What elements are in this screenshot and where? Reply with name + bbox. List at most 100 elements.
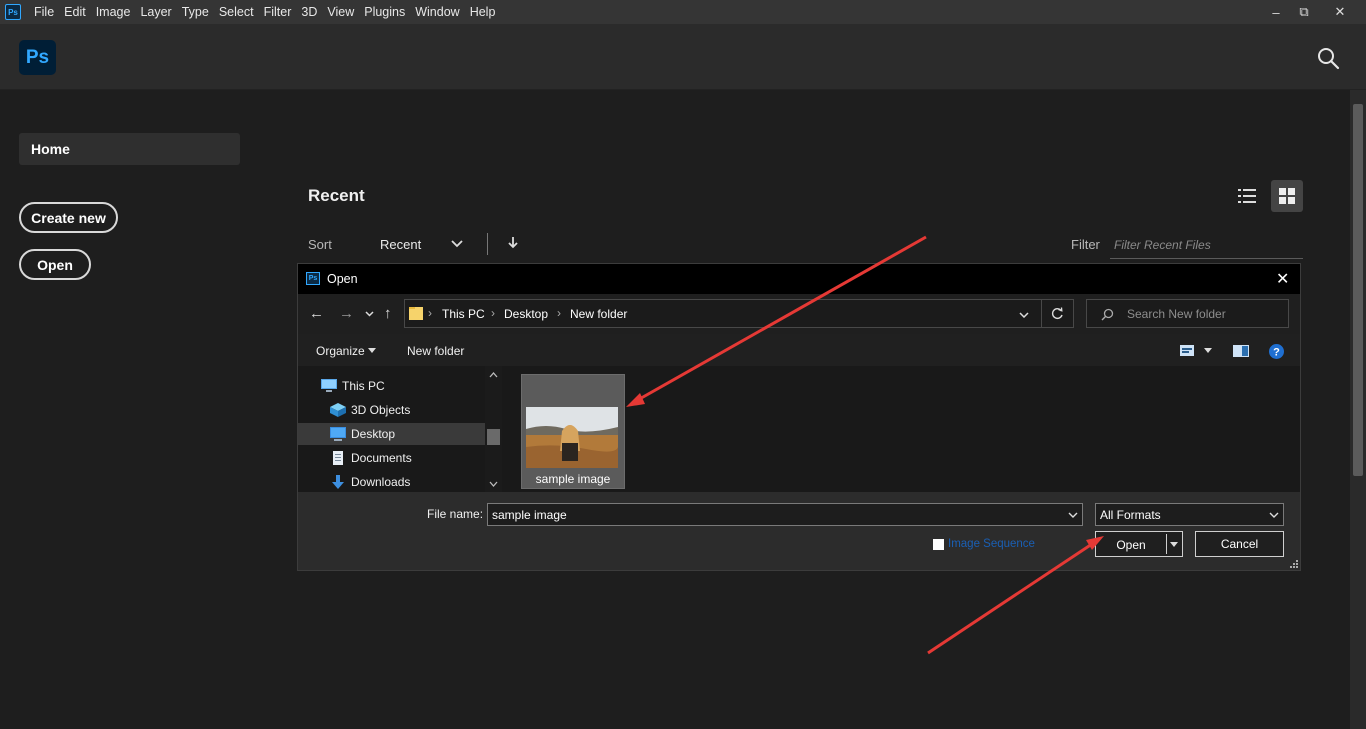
scrollbar-thumb[interactable] — [1353, 104, 1363, 476]
checkbox[interactable] — [933, 538, 944, 550]
sort-dropdown[interactable]: Recent — [380, 237, 421, 252]
app-scrollbar[interactable] — [1350, 90, 1366, 729]
refresh-icon[interactable] — [1051, 307, 1064, 320]
scroll-down-icon[interactable] — [489, 481, 498, 487]
chevron-down-icon[interactable] — [451, 240, 463, 248]
window-close-button[interactable]: ✕ — [1325, 0, 1355, 24]
resize-grip-icon[interactable] — [1290, 560, 1298, 568]
divider — [487, 233, 488, 255]
file-format-select[interactable]: All Formats — [1095, 503, 1284, 526]
file-name-input[interactable] — [487, 503, 1083, 526]
dialog-footer: File name: All Formats Image Sequence Op… — [298, 492, 1300, 570]
open-button[interactable]: Open — [19, 249, 91, 280]
home-tab[interactable]: Home — [19, 133, 240, 165]
dialog-open-button[interactable]: Open — [1095, 531, 1183, 557]
open-button-label: Open — [1116, 538, 1146, 552]
open-options-dropdown[interactable] — [1166, 534, 1181, 554]
menu-file[interactable]: File — [29, 5, 59, 19]
tree-item-downloads[interactable]: Downloads — [298, 471, 485, 493]
chevron-down-icon[interactable] — [365, 311, 374, 317]
tree-item-3d-objects[interactable]: 3D Objects — [298, 399, 485, 421]
menu-3d[interactable]: 3D — [296, 5, 322, 19]
divider — [1041, 300, 1042, 327]
open-dialog: Ps Open ✕ ← → ↑ › This PC › Desktop › Ne… — [297, 263, 1301, 571]
filter-label: Filter — [1071, 237, 1100, 252]
grid-view-button[interactable] — [1271, 180, 1303, 212]
address-bar[interactable]: › This PC › Desktop › New folder — [404, 299, 1074, 328]
view-options-icon[interactable] — [1180, 345, 1194, 356]
menu-type[interactable]: Type — [177, 5, 214, 19]
search-icon[interactable] — [1316, 46, 1340, 70]
organize-button[interactable]: Organize — [316, 344, 365, 358]
computer-icon — [321, 379, 337, 392]
create-new-button[interactable]: Create new — [19, 202, 118, 233]
breadcrumb-desktop[interactable]: Desktop — [504, 307, 548, 321]
up-arrow-icon[interactable]: ↑ — [384, 305, 392, 322]
image-sequence-label: Image Sequence — [948, 538, 1035, 550]
sort-label: Sort — [308, 237, 332, 252]
menu-edit[interactable]: Edit — [59, 5, 91, 19]
breadcrumb-new-folder[interactable]: New folder — [570, 307, 627, 321]
search-icon — [1101, 308, 1114, 321]
grid-icon — [1279, 188, 1295, 204]
tree-item-label: Downloads — [351, 475, 411, 489]
photoshop-app-icon: Ps — [306, 272, 320, 285]
menu-layer[interactable]: Layer — [135, 5, 176, 19]
caret-down-icon[interactable] — [368, 348, 376, 353]
caret-down-icon — [1170, 542, 1178, 547]
photoshop-logo[interactable]: Ps — [19, 40, 56, 75]
new-folder-button[interactable]: New folder — [407, 344, 464, 358]
chevron-down-icon — [1269, 512, 1279, 518]
navigation-bar: ← → ↑ › This PC › Desktop › New folder — [298, 294, 1300, 334]
caret-down-icon[interactable] — [1204, 348, 1212, 353]
tree-item-label: 3D Objects — [351, 403, 411, 417]
sort-direction-icon[interactable] — [508, 236, 518, 250]
folder-icon — [409, 307, 423, 320]
image-sequence-checkbox[interactable]: Image Sequence — [933, 538, 1035, 550]
search-folder-input[interactable] — [1086, 299, 1289, 328]
image-thumbnail — [526, 407, 618, 468]
breadcrumb-separator: › — [491, 306, 495, 320]
chevron-down-icon[interactable] — [1019, 312, 1029, 318]
tree-item-label: This PC — [342, 379, 385, 393]
list-view-icon[interactable] — [1238, 188, 1256, 204]
breadcrumb-this-pc[interactable]: This PC — [442, 307, 485, 321]
dialog-cancel-button[interactable]: Cancel — [1195, 531, 1284, 557]
recent-title: Recent — [308, 186, 365, 205]
chevron-down-icon[interactable] — [1068, 512, 1078, 518]
menu-plugins[interactable]: Plugins — [359, 5, 410, 19]
menu-filter[interactable]: Filter — [259, 5, 297, 19]
tree-item-this-pc[interactable]: This PC — [298, 375, 485, 397]
file-name-label: sample image — [535, 472, 611, 486]
scrollbar-thumb[interactable] — [487, 429, 500, 445]
forward-arrow-icon[interactable]: → — [339, 305, 354, 322]
file-format-value: All Formats — [1100, 508, 1161, 522]
breadcrumb-separator: › — [428, 306, 432, 320]
dialog-title-bar: Ps Open ✕ — [298, 264, 1300, 294]
menu-view[interactable]: View — [322, 5, 359, 19]
tree-item-desktop[interactable]: Desktop — [298, 423, 485, 445]
file-list: sample image — [502, 366, 1300, 492]
menu-image[interactable]: Image — [91, 5, 136, 19]
scroll-up-icon[interactable] — [489, 372, 498, 378]
menu-window[interactable]: Window — [410, 5, 464, 19]
back-arrow-icon[interactable]: ← — [309, 305, 324, 322]
minimize-button[interactable]: ‒ — [1261, 0, 1291, 24]
tree-item-label: Desktop — [351, 427, 396, 441]
tree-scrollbar[interactable] — [485, 366, 502, 492]
help-icon[interactable]: ? — [1269, 344, 1284, 359]
file-item-sample-image[interactable]: sample image — [521, 374, 625, 489]
photoshop-app-icon: Ps — [5, 4, 21, 20]
dialog-toolbar: Organize New folder ? — [298, 334, 1300, 366]
filter-recent-input[interactable] — [1110, 231, 1303, 259]
menu-help[interactable]: Help — [465, 5, 501, 19]
document-icon — [333, 451, 343, 465]
file-name-label: File name: — [427, 507, 484, 521]
close-icon[interactable]: ✕ — [1276, 269, 1289, 289]
preview-pane-icon[interactable] — [1233, 345, 1249, 357]
folder-tree: This PC 3D Objects Desktop Documents Dow… — [298, 366, 502, 492]
desktop-icon — [330, 427, 346, 441]
menu-select[interactable]: Select — [214, 5, 259, 19]
tree-item-documents[interactable]: Documents — [298, 447, 485, 469]
restore-button[interactable]: ⧉ — [1289, 0, 1319, 24]
